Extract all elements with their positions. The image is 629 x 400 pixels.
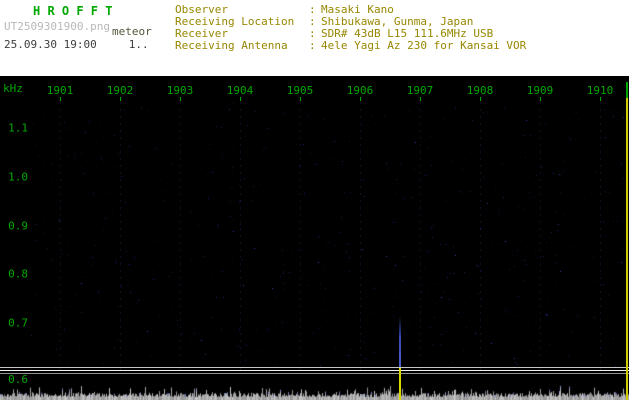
file-line: UT2509301900.png meteor bbox=[4, 20, 152, 38]
y-tick-label-bottom: 0.6 bbox=[8, 373, 28, 386]
y-axis: kHz 1.1 1.0 0.9 0.8 0.7 bbox=[0, 76, 629, 370]
hrofft-output: H R O F F T UT2509301900.png meteor 25.09… bbox=[0, 0, 629, 400]
panel-separator-line bbox=[0, 367, 629, 368]
capture-datetime: 25.09.30 19:00 bbox=[4, 38, 97, 51]
scan-edge-marker bbox=[626, 98, 628, 400]
station-info: Observer : Masaki Kano Receiving Locatio… bbox=[175, 4, 526, 52]
header: H R O F F T UT2509301900.png meteor 25.09… bbox=[0, 0, 629, 76]
y-tick-label: 1.0 bbox=[8, 170, 28, 184]
panel-separator-line bbox=[0, 370, 629, 371]
output-filename: UT2509301900.png bbox=[4, 20, 110, 33]
info-value: 4ele Yagi Az 230 for Kansai VOR bbox=[321, 39, 527, 52]
version-label: 1.. bbox=[128, 38, 149, 51]
date-line: 25.09.30 19:00 1.. bbox=[4, 38, 149, 51]
spectrogram-panel: 1901 1902 1903 1904 1905 1906 1907 1908 1909 1910… bbox=[0, 76, 629, 370]
info-label: Receiving Antenna bbox=[175, 39, 288, 52]
observatory-tag: meteor bbox=[111, 25, 152, 38]
signal-level-panel bbox=[0, 374, 629, 400]
y-axis-unit: kHz bbox=[3, 82, 23, 95]
scan-edge-marker-top bbox=[626, 82, 628, 98]
info-colon: : bbox=[309, 39, 316, 52]
app-title: H R O F F T bbox=[33, 4, 113, 18]
y-tick-label: 0.8 bbox=[8, 267, 28, 281]
y-tick-label: 1.1 bbox=[8, 121, 28, 135]
y-tick-label: 0.9 bbox=[8, 219, 28, 232]
info-row: Receiving Antenna : 4ele Yagi Az 230 for… bbox=[175, 40, 526, 52]
meteor-level-spike bbox=[399, 368, 401, 400]
y-tick-label: 0.7 bbox=[8, 316, 28, 330]
level-noise-canvas bbox=[0, 378, 629, 400]
meteor-echo-trace bbox=[399, 316, 401, 370]
